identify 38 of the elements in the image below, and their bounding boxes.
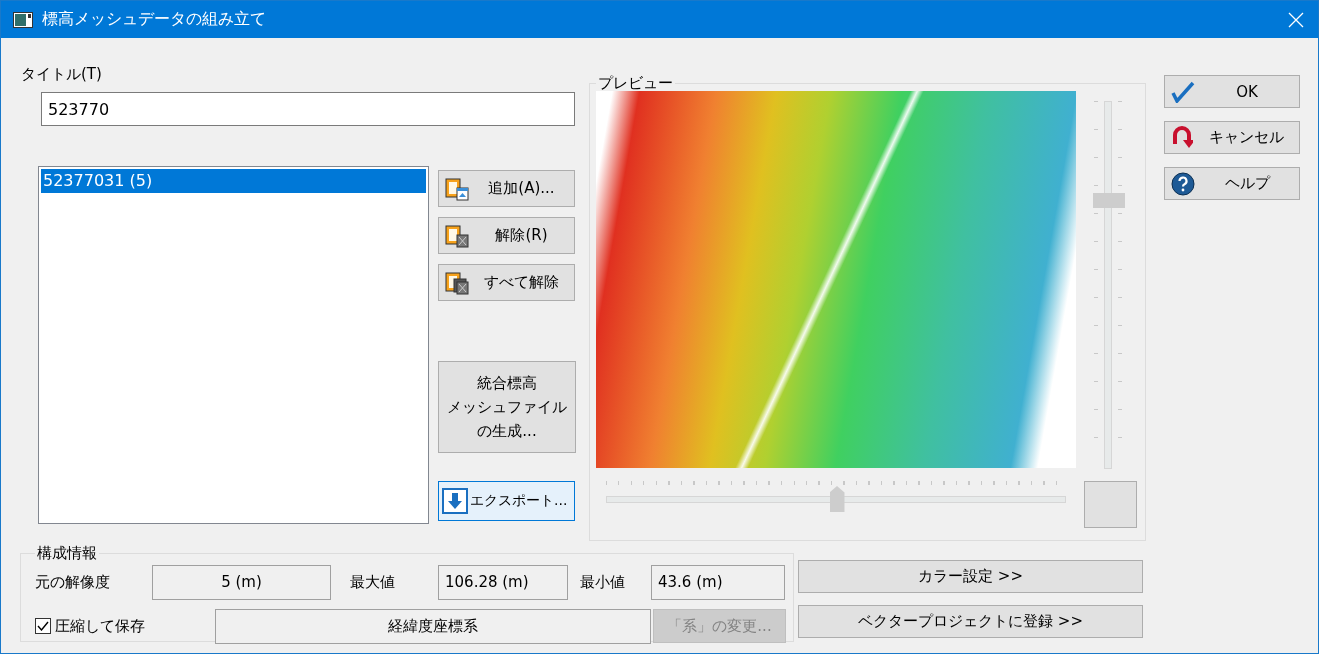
color-swatch — [1084, 481, 1137, 528]
dialog-button[interactable]: OK — [1164, 75, 1300, 108]
slider-thumb[interactable] — [1092, 193, 1125, 209]
settings-button[interactable]: カラー設定 >> — [798, 560, 1143, 593]
merge-button[interactable]: 統合標高 メッシュファイル の生成... — [438, 361, 576, 453]
field-label: タイトル(T) — [21, 64, 103, 84]
clipboard-icon — [445, 176, 469, 201]
value-field: 43.6 (m) — [651, 564, 785, 600]
checkbox-label: 圧縮して保存 — [55, 616, 145, 636]
field-label: 最大値 — [350, 572, 396, 592]
field-label: 最小値 — [580, 572, 626, 592]
checkbox[interactable] — [35, 618, 51, 634]
list-action-button[interactable]: すべて解除 — [438, 264, 575, 301]
export-button[interactable]: エクスポート... — [438, 481, 575, 521]
list-item[interactable]: 52377031 (5) — [41, 169, 426, 193]
value-field: 106.28 (m) — [438, 564, 568, 600]
title-field[interactable]: 523770 — [41, 92, 575, 126]
list-action-button[interactable]: 解除(R) — [438, 217, 575, 254]
settings-button[interactable]: ベクタープロジェクトに登録 >> — [798, 605, 1143, 638]
group-label: 構成情報 — [36, 544, 98, 563]
dialog-button[interactable]: ヘルプ — [1164, 167, 1300, 200]
list-action-button[interactable]: 追加(A)... — [438, 170, 575, 207]
clipboard-icon — [445, 270, 469, 295]
value-field: 5 (m) — [152, 564, 331, 600]
group-label: プレビュー — [597, 74, 674, 93]
clipboard-icon — [445, 223, 469, 248]
close-icon[interactable] — [1288, 11, 1304, 28]
window-icon — [13, 11, 33, 28]
download-icon — [442, 488, 468, 514]
help-icon — [1171, 171, 1195, 196]
coordinate-system-field: 経緯度座標系 — [215, 608, 651, 644]
field-label: 元の解像度 — [35, 572, 111, 592]
dialog-button[interactable]: キャンセル — [1164, 121, 1300, 154]
window-title: 標高メッシュデータの組み立て — [42, 9, 267, 30]
u-turn-arrow-icon — [1171, 125, 1193, 150]
checkmark-icon — [37, 621, 49, 631]
slider-thumb[interactable] — [829, 486, 845, 512]
check-icon — [1171, 80, 1195, 103]
